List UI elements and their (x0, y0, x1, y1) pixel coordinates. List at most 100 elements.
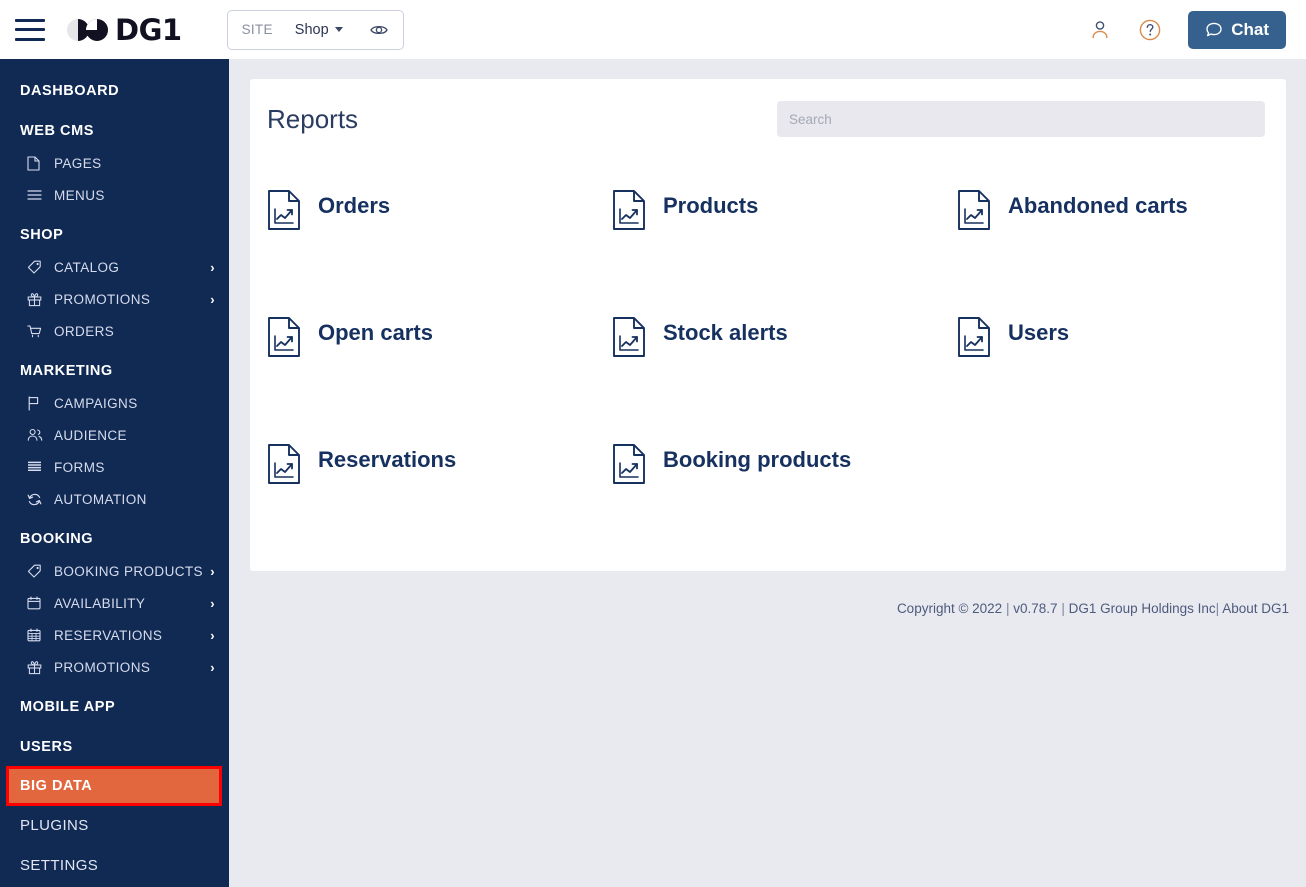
sidebar-label: AUDIENCE (54, 427, 127, 443)
report-chart-document-icon (957, 316, 991, 363)
report-label: Booking products (663, 447, 852, 472)
sidebar-label: SHOP (20, 227, 64, 243)
sidebar-item-automation[interactable]: AUTOMATION (0, 483, 229, 515)
report-label: Stock alerts (663, 320, 788, 345)
form-icon (27, 459, 45, 475)
report-link-users[interactable]: Users (957, 312, 1257, 439)
people-icon (27, 427, 45, 443)
footer-separator: | (1005, 601, 1010, 616)
sidebar-item-forms[interactable]: FORMS (0, 451, 229, 483)
sidebar-item-menus[interactable]: MENUS (0, 179, 229, 211)
question-circle-icon[interactable] (1138, 18, 1162, 42)
shop-dropdown[interactable]: Shop (295, 22, 343, 38)
sidebar-label: AVAILABILITY (54, 595, 146, 611)
sidebar-item-booking[interactable]: BOOKING (0, 523, 229, 555)
sidebar-item-reservations[interactable]: RESERVATIONS › (0, 619, 229, 651)
sidebar-label: CATALOG (54, 259, 120, 275)
sidebar-label: MOBILE APP (20, 699, 116, 715)
calendar-icon (27, 595, 45, 611)
sidebar-label: WEB CMS (20, 123, 94, 139)
footer-copyright: Copyright © 2022 (896, 601, 1003, 616)
report-label: Reservations (318, 447, 457, 472)
report-link-stock-alerts[interactable]: Stock alerts (612, 312, 957, 439)
chat-button[interactable]: Chat (1188, 10, 1286, 49)
sidebar-label: PAGES (54, 155, 102, 171)
sidebar-label: MARKETING (20, 363, 113, 379)
sidebar-item-plugins[interactable]: PLUGINS (0, 809, 229, 841)
search-input[interactable] (777, 101, 1265, 137)
reports-grid: Orders Products Abandoned carts Open car… (267, 185, 1267, 566)
sidebar-item-web-cms[interactable]: WEB CMS (0, 115, 229, 147)
sidebar-label: PROMOTIONS (54, 291, 151, 307)
site-label: SITE (241, 22, 273, 37)
sidebar-item-campaigns[interactable]: CAMPAIGNS (0, 387, 229, 419)
report-chart-document-icon (267, 443, 301, 490)
sidebar-item-availability[interactable]: AVAILABILITY › (0, 587, 229, 619)
report-link-booking-products[interactable]: Booking products (612, 439, 957, 566)
sidebar-item-users[interactable]: USERS (0, 731, 229, 763)
hamburger-menu-icon[interactable] (15, 18, 45, 41)
sidebar-label: BOOKING PRODUCTS (54, 563, 203, 579)
site-selector[interactable]: SITE Shop (226, 9, 404, 50)
calendar-grid-icon (27, 627, 45, 643)
report-link-open-carts[interactable]: Open carts (267, 312, 612, 439)
list-icon (27, 187, 45, 203)
eye-icon[interactable] (369, 20, 389, 40)
report-label: Products (663, 193, 759, 218)
sidebar-item-pages[interactable]: PAGES (0, 147, 229, 179)
report-label: Open carts (318, 320, 433, 345)
hamburger-bar (15, 37, 45, 41)
hamburger-bar (15, 18, 45, 22)
dg1-logo-mark (67, 18, 108, 41)
sidebar-label: PLUGINS (20, 816, 89, 834)
sidebar-item-big-data-wrapper: BIG DATA (6, 766, 222, 806)
dg1-logo-text: DG1 (115, 12, 182, 47)
chevron-right-icon: › (210, 259, 215, 275)
sidebar-label: MENUS (54, 187, 105, 203)
footer-about-link[interactable]: About DG1 (1222, 601, 1289, 616)
person-icon[interactable] (1088, 18, 1112, 42)
sidebar-label: USERS (20, 739, 73, 755)
sidebar-item-settings[interactable]: SETTINGS (0, 849, 229, 881)
sidebar-item-marketing[interactable]: MARKETING (0, 355, 229, 387)
sidebar-item-shop[interactable]: SHOP (0, 219, 229, 251)
footer: Copyright © 2022 | v0.78.7 | DG1 Group H… (897, 601, 1289, 616)
sidebar-label: BOOKING (20, 531, 94, 547)
sidebar-item-booking-products[interactable]: BOOKING PRODUCTS › (0, 555, 229, 587)
sidebar-navigation: DASHBOARD WEB CMS PAGES MENUS SHOP CATAL… (0, 59, 229, 887)
footer-separator: | (1061, 601, 1065, 616)
report-label: Users (1008, 320, 1070, 345)
sidebar-item-mobile-app[interactable]: MOBILE APP (0, 691, 229, 723)
header-actions: Chat (1088, 10, 1286, 49)
top-header-bar: DG1 SITE Shop Chat (0, 0, 1306, 59)
report-chart-document-icon (267, 316, 301, 363)
shop-dropdown-value: Shop (294, 21, 329, 38)
report-link-abandoned-carts[interactable]: Abandoned carts (957, 185, 1257, 312)
sidebar-label: ORDERS (54, 323, 115, 339)
report-chart-document-icon (267, 189, 301, 236)
sidebar-label: RESERVATIONS (54, 627, 163, 643)
sidebar-item-dashboard[interactable]: DASHBOARD (0, 75, 229, 107)
main-content-area: Reports Orders Products Abandoned (229, 59, 1306, 887)
page-title: Reports (267, 103, 359, 134)
report-link-reservations[interactable]: Reservations (267, 439, 612, 566)
sidebar-item-big-data[interactable]: BIG DATA (6, 766, 222, 806)
sidebar-item-promotions-shop[interactable]: PROMOTIONS › (0, 283, 229, 315)
gift-icon (27, 291, 45, 307)
reports-card: Reports Orders Products Abandoned (250, 79, 1286, 571)
chevron-right-icon: › (210, 659, 215, 675)
tag-icon (27, 563, 45, 579)
sidebar-item-orders[interactable]: ORDERS (0, 315, 229, 347)
report-label: Orders (318, 193, 391, 218)
dg1-logo[interactable]: DG1 (67, 13, 182, 47)
report-label: Abandoned carts (1008, 193, 1188, 218)
sidebar-item-audience[interactable]: AUDIENCE (0, 419, 229, 451)
report-link-products[interactable]: Products (612, 185, 957, 312)
hamburger-bar (15, 28, 45, 31)
chevron-right-icon: › (210, 291, 215, 307)
sidebar-item-catalog[interactable]: CATALOG › (0, 251, 229, 283)
report-link-orders[interactable]: Orders (267, 185, 612, 312)
sidebar-item-promotions-booking[interactable]: PROMOTIONS › (0, 651, 229, 683)
chevron-right-icon: › (210, 627, 215, 643)
gift-icon (27, 659, 45, 675)
